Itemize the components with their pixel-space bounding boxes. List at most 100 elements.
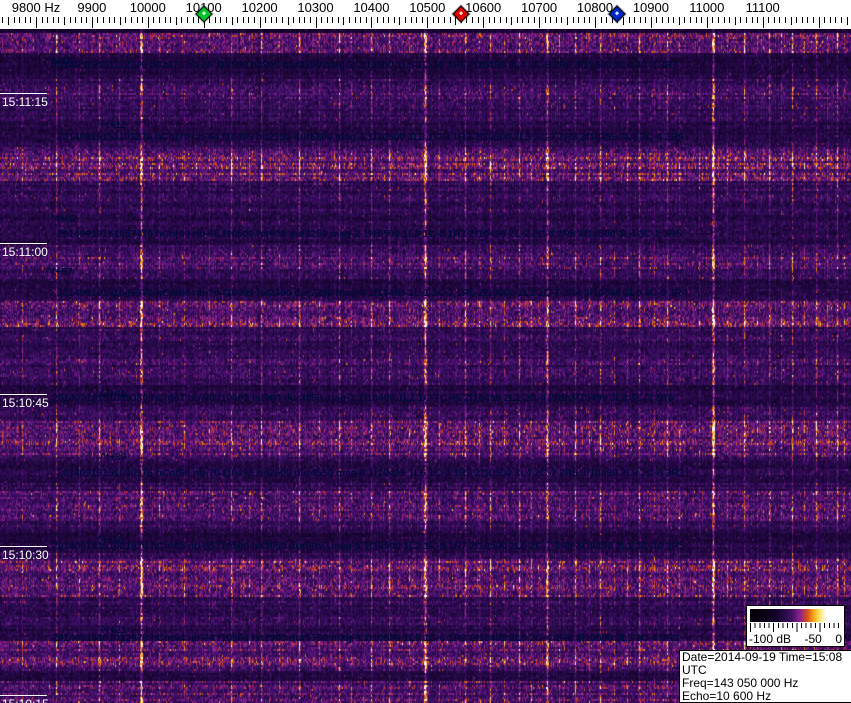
freq-tick [740,17,741,23]
freq-tick [573,17,574,23]
freq-label: 10200 [241,0,278,15]
freq-tick [2,17,3,23]
freq-tick [237,17,238,23]
freq-tick [220,17,221,23]
time-tick-line [0,243,47,244]
event-time-marker: ^t+39 [100,451,127,463]
freq-tick [427,17,428,28]
freq-tick [92,17,93,28]
legend-label-min: -100 dB [749,632,792,646]
freq-tick [47,17,48,23]
freq-tick [584,17,585,23]
freq-tick [774,17,775,23]
freq-tick [673,17,674,23]
freq-tick [299,17,300,23]
freq-label: 10700 [521,0,558,15]
time-tick-line [0,695,47,696]
freq-tick [623,17,624,25]
freq-label: 10400 [353,0,390,15]
freq-tick [260,17,261,28]
event-data-text: 20140919151045976 hCnt68 nb-70 f10499 hi… [57,287,688,299]
freq-tick [679,17,680,25]
freq-tick [170,17,171,23]
freq-tick [517,17,518,23]
freq-tick [556,17,557,23]
info-line-date: Date=2014-09-19 Time=15:08 UTC [682,650,843,677]
freq-tick [785,17,786,23]
marker-red-center-dot [458,11,463,16]
freq-tick [729,17,730,23]
freq-tick [86,17,87,23]
event-data-text: 20140919151012976 hCnt64 nb-74 f10500 hi… [52,632,679,644]
freq-tick [522,17,523,23]
freq-tick [327,17,328,23]
freq-tick [724,17,725,23]
freq-tick [215,17,216,23]
freq-tick [601,17,602,23]
amplitude-legend: -100 dB -50 0 [746,605,845,647]
freq-tick [248,17,249,23]
freq-tick [148,17,149,28]
freq-tick [606,17,607,23]
freq-tick [120,17,121,25]
time-label: 15:11:15 [2,95,48,109]
event-time-marker: ^t+03 [50,213,77,225]
freq-tick [539,17,540,28]
event-time-marker: ^t+57 [46,266,73,278]
freq-tick [25,17,26,23]
freq-tick [265,17,266,23]
freq-tick [276,17,277,23]
freq-tick [489,17,490,23]
freq-tick [288,17,289,25]
freq-tick [42,17,43,23]
freq-tick [701,17,702,23]
freq-tick [371,17,372,28]
freq-tick [841,17,842,23]
freq-tick [595,17,596,28]
freq-tick [137,17,138,23]
time-tick-line [0,93,47,94]
freq-tick [355,17,356,23]
freq-tick [802,17,803,23]
freq-tick [70,17,71,23]
freq-tick [534,17,535,23]
freq-tick [142,17,143,23]
freq-tick [478,17,479,23]
freq-tick [819,17,820,28]
freq-label: 10800 [576,0,614,15]
freq-tick [181,17,182,23]
info-box: Date=2014-09-19 Time=15:08 UTC Freq=143 … [679,650,851,703]
legend-labels: -100 dB -50 0 [749,632,842,646]
freq-tick [684,17,685,23]
freq-label: 10600 [465,0,502,15]
freq-tick [696,17,697,23]
freq-tick [550,17,551,23]
freq-tick [304,17,305,23]
freq-tick [752,17,753,23]
time-label: 15:10:45 [2,396,49,410]
freq-tick [310,17,311,23]
legend-gradient-bar [750,609,841,622]
freq-tick [405,17,406,23]
event-data-text: 20140919151103276 hCnt70 nb-64 f10499 hi… [57,131,684,143]
freq-label: 11000 [689,0,725,15]
freq-tick [36,17,37,28]
freq-tick [159,17,160,23]
event-data-text: 20140919151039380 hCnt67 nb-68 f10499 hi… [52,392,674,404]
event-data-text: 20140919151030976 hCnt66 nb-70 f10499 hi… [57,467,684,479]
spectrum-waterfall-window: 9800 Hz990010000101001020010300104001050… [0,0,851,703]
time-label: 15:11:00 [2,245,48,259]
freq-tick [466,17,467,23]
freq-tick [690,17,691,23]
time-label: 15:10:15 [2,697,49,703]
freq-tick [640,17,641,23]
freq-tick [193,17,194,23]
freq-label: 10500 [409,0,446,15]
freq-tick [165,17,166,23]
freq-tick [14,17,15,23]
frequency-axis[interactable]: 9800 Hz990010000101001020010300104001050… [0,0,851,29]
event-time-marker: ^t+12 [100,119,127,131]
freq-tick [366,17,367,23]
freq-tick [422,17,423,23]
event-data-text: 20140919151112276 hCnt71 nb-66 f10500 hi… [52,59,678,71]
